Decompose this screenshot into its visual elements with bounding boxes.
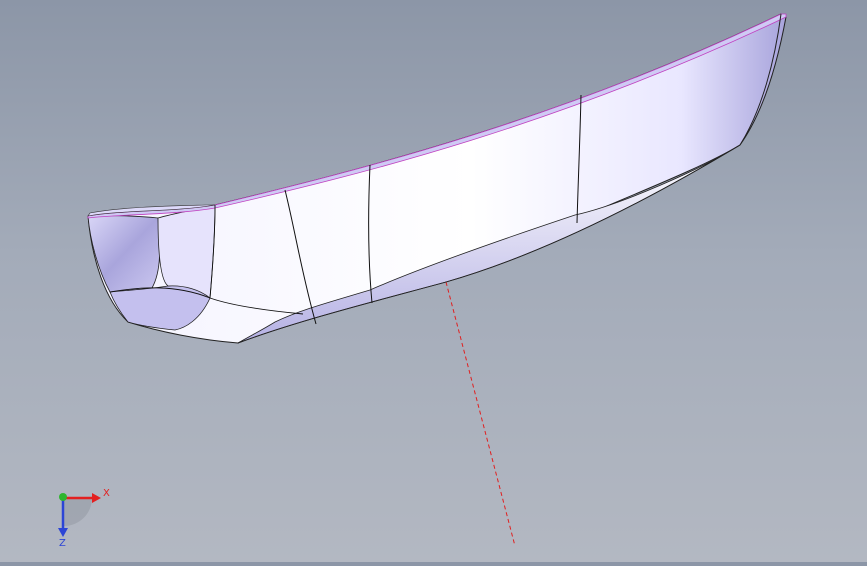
orientation-triad: X Z [58,488,110,549]
triad-x-label: X [103,488,110,499]
scene-svg[interactable]: X Z [0,0,867,562]
boat-hull-model[interactable] [87,13,787,344]
triad-x-arrow [92,493,101,503]
centerline-axis [445,281,516,547]
hull-stern-surface[interactable] [87,215,161,293]
triad-y-axis [59,493,67,501]
triad-shadow [64,498,92,526]
graphics-viewport[interactable]: X Z [0,0,867,562]
triad-z-label: Z [59,538,66,549]
hull-quarter-surface[interactable] [157,204,216,299]
triad-z-arrow [58,528,68,537]
